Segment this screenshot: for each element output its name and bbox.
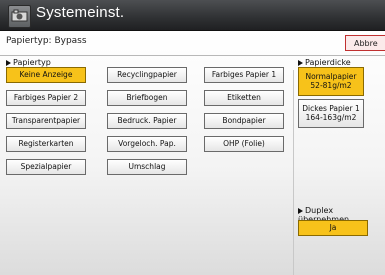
paper-thickness-option-weight: 164-163g/m2	[305, 113, 357, 122]
paper-type-button-ohp-folie[interactable]: OHP (Folie)	[204, 136, 284, 152]
paper-type-button-etiketten[interactable]: Etiketten	[204, 90, 284, 106]
paper-type-button-keine-anzeige[interactable]: Keine Anzeige	[6, 67, 86, 83]
paper-type-button-briefbogen[interactable]: Briefbogen	[107, 90, 187, 106]
paper-type-button-transparentpapier[interactable]: Transparentpapier	[6, 113, 86, 129]
paper-type-button-farbiges-papier-2[interactable]: Farbiges Papier 2	[6, 90, 86, 106]
paper-thickness-section-label: Papierdicke	[298, 58, 351, 67]
paper-type-section-label: Papiertyp	[6, 58, 51, 67]
paper-type-button-umschlag[interactable]: Umschlag	[107, 159, 187, 175]
paper-thickness-option-normalpapier[interactable]: Normalpapier 52-81g/m2	[298, 67, 364, 96]
paper-type-button-registerkarten[interactable]: Registerkarten	[6, 136, 86, 152]
paper-thickness-option-title: Dickes Papier 1	[302, 104, 360, 113]
paper-type-button-farbiges-papier-1[interactable]: Farbiges Papier 1	[204, 67, 284, 83]
paper-thickness-option-title: Normalpapier	[305, 72, 357, 81]
screen: Systemeinst. Papiertyp: Bypass Abbre Pap…	[0, 0, 385, 275]
settings-app-icon	[8, 5, 31, 28]
abort-button[interactable]: Abbre	[345, 35, 385, 51]
title-bar: Systemeinst.	[0, 0, 385, 31]
paper-thickness-option-dickes-papier-1[interactable]: Dickes Papier 1 164-163g/m2	[298, 99, 364, 128]
window-title: Systemeinst.	[36, 4, 125, 21]
arrow-right-icon	[298, 59, 303, 66]
arrow-right-icon	[6, 59, 11, 66]
paper-type-button-recyclingpapier[interactable]: Recyclingpapier	[107, 67, 187, 83]
paper-type-button-vorgeloch-pap[interactable]: Vorgeloch. Pap.	[107, 136, 187, 152]
arrow-right-icon	[298, 207, 303, 214]
paper-type-button-bondpapier[interactable]: Bondpapier	[204, 113, 284, 129]
paper-type-info: Papiertyp: Bypass	[6, 36, 87, 46]
gear-icon	[11, 9, 28, 22]
paper-thickness-option-weight: 52-81g/m2	[310, 81, 352, 90]
paper-type-button-spezialpapier[interactable]: Spezialpapier	[6, 159, 86, 175]
duplex-yes-button[interactable]: Ja	[298, 220, 368, 236]
section-divider	[293, 70, 294, 275]
paper-type-button-bedruck-papier[interactable]: Bedruck. Papier	[107, 113, 187, 129]
